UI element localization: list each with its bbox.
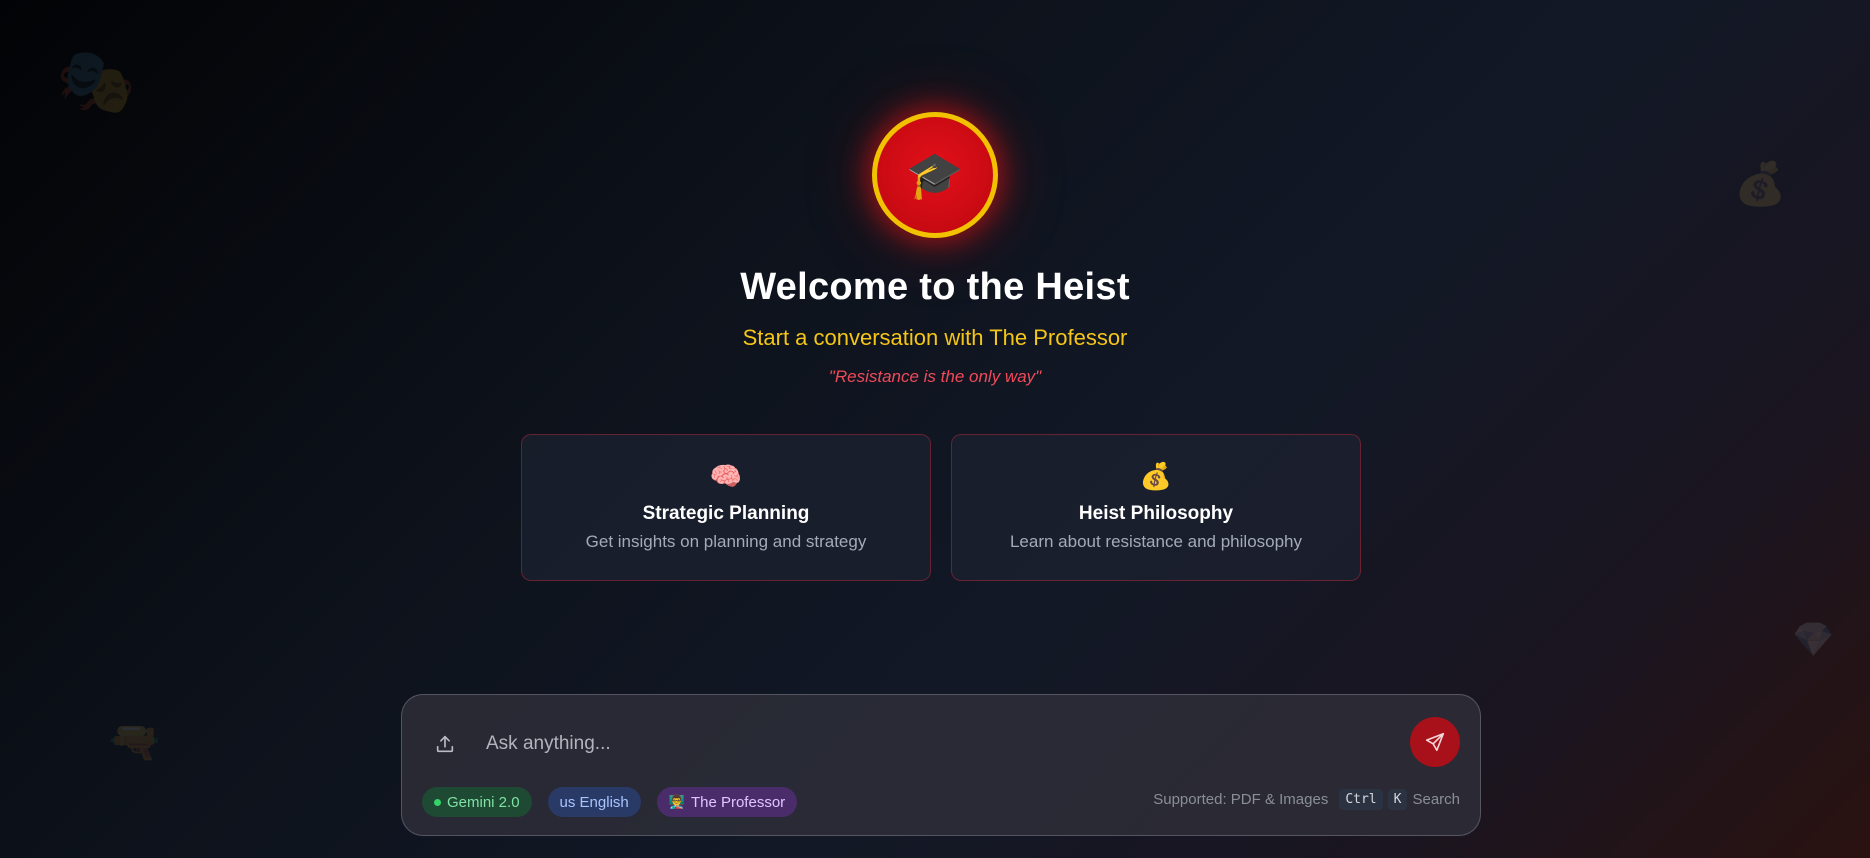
theater-masks-icon: 🎭 (56, 45, 136, 117)
status-dot-icon (434, 798, 441, 806)
shortcut-key-ctrl: Ctrl (1339, 789, 1383, 810)
suggestion-cards: 🧠 Strategic Planning Get insights on pla… (521, 434, 1361, 581)
suggestion-card-strategic-planning[interactable]: 🧠 Strategic Planning Get insights on pla… (521, 434, 931, 581)
shortcut-key-k: K (1387, 789, 1408, 810)
gun-icon: 🔫 (108, 718, 161, 765)
model-label: Gemini 2.0 (447, 793, 520, 811)
upload-button[interactable] (432, 731, 458, 757)
composer-meta: Supported: PDF & Images Ctrl K Search (1153, 789, 1460, 810)
supported-files-text: Supported: PDF & Images (1153, 791, 1329, 808)
chat-input[interactable] (486, 721, 1386, 767)
shortcut-label: Search (1412, 791, 1460, 808)
upload-icon (436, 735, 454, 753)
tagline-quote: "Resistance is the only way" (828, 367, 1042, 386)
card-title: Strategic Planning (642, 503, 810, 524)
page-title: Welcome to the Heist (740, 266, 1130, 308)
suggestion-card-heist-philosophy[interactable]: 💰 Heist Philosophy Learn about resistanc… (951, 434, 1361, 581)
welcome-hero: 🎓 Welcome to the Heist Start a conversat… (0, 112, 1870, 387)
composer-badges: Gemini 2.0 us English 👨‍🏫 The Professor (422, 787, 798, 817)
chat-composer: Gemini 2.0 us English 👨‍🏫 The Professor … (401, 694, 1481, 836)
language-badge[interactable]: us English (547, 787, 641, 817)
graduation-cap-icon: 🎓 (906, 148, 964, 201)
send-button[interactable] (1410, 717, 1460, 767)
send-icon (1425, 732, 1445, 752)
brain-icon: 🧠 (709, 461, 743, 491)
card-description: Learn about resistance and philosophy (1009, 532, 1303, 551)
language-label: us English (559, 793, 629, 811)
persona-label: The Professor (690, 793, 786, 811)
professor-avatar: 🎓 (872, 112, 998, 238)
teacher-icon: 👨‍🏫 (668, 794, 685, 809)
card-description: Get insights on planning and strategy (585, 532, 867, 551)
page-subtitle: Start a conversation with The Professor (742, 325, 1128, 350)
persona-badge[interactable]: 👨‍🏫 The Professor (656, 787, 798, 817)
card-title: Heist Philosophy (1078, 503, 1234, 524)
money-bag-icon: 💰 (1139, 461, 1173, 491)
model-badge[interactable]: Gemini 2.0 (422, 787, 532, 817)
gem-icon: 💎 (1792, 621, 1835, 659)
